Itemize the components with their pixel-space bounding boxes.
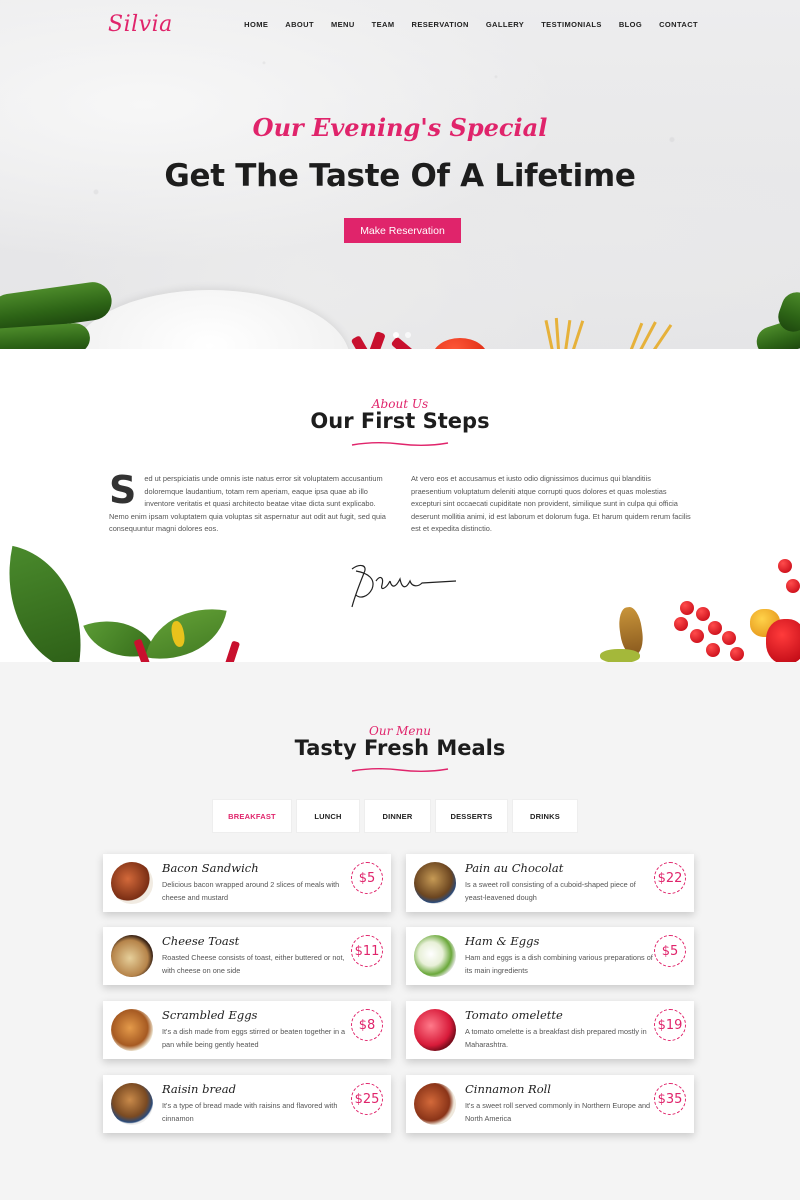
cherry-tomato [708,621,722,635]
tab-lunch[interactable]: LUNCH [296,799,360,833]
nav-item-blog[interactable]: BLOG [619,20,642,29]
cherry-tomato [696,607,710,621]
price-badge: $35 [654,1083,686,1115]
raisin-bread-image [111,1083,153,1125]
squiggle-divider [351,768,449,772]
price-badge: $25 [351,1083,383,1115]
nav-item-home[interactable]: HOME [244,20,268,29]
menu-section: Our Menu Tasty Fresh Meals BREAKFAST LUN… [0,662,800,1200]
menu-title: Tasty Fresh Meals [294,736,506,760]
bacon-sandwich-image [111,862,153,904]
menu-item-description: A tomato omelette is a breakfast dish pr… [465,1027,647,1049]
price-badge: $5 [654,935,686,967]
menu-item-description: Roasted Cheese consists of toast, either… [162,953,345,975]
nav-item-testimonials[interactable]: TESTIMONIALS [541,20,602,29]
about-title: Our First Steps [310,409,490,433]
cherry-tomato [722,631,736,645]
menu-item-name: Cheese Toast [162,934,240,948]
cherry-tomato [706,643,720,657]
nav-item-reservation[interactable]: RESERVATION [412,20,469,29]
menu-item-description: Ham and eggs is a dish combining various… [465,953,653,975]
menu-item-name: Pain au Chocolat [465,861,564,875]
chili-decoration [223,640,241,662]
price-badge: $8 [351,1009,383,1041]
menu-item-description: It's a dish made from eggs stirred or be… [162,1027,346,1049]
make-reservation-button[interactable]: Make Reservation [344,218,461,243]
menu-item-name: Scrambled Eggs [162,1008,258,1022]
cherry-tomato [730,647,744,661]
price-badge: $19 [654,1009,686,1041]
price-badge: $11 [351,935,383,967]
cherry-tomato [778,559,792,573]
ham-eggs-image [414,935,456,977]
tomato-omelette-image [414,1009,456,1051]
about-text-1: ed ut perspiciatis unde omnis iste natus… [109,474,386,533]
slider-dot[interactable] [393,332,399,338]
cherry-tomato [690,629,704,643]
signature [351,564,457,608]
menu-tabs: BREAKFAST LUNCH DINNER DESSERTS DRINKS [212,799,578,833]
about-text-column-2: At vero eos et accusamus et iusto odio d… [411,474,691,533]
red-pepper-decoration [766,619,800,662]
nav-item-contact[interactable]: CONTACT [659,20,698,29]
dropcap: S [109,468,137,512]
nav-item-team[interactable]: TEAM [372,20,395,29]
site-logo[interactable]: Silvia [108,12,173,37]
nav-item-about[interactable]: ABOUT [285,20,314,29]
menu-item-description: Delicious bacon wrapped around 2 slices … [162,880,340,902]
scrambled-eggs-image [111,1009,153,1051]
menu-item-name: Cinnamon Roll [465,1082,551,1096]
cinnamon-roll-image [414,1083,456,1125]
about-section: About Us Our First Steps Sed ut perspici… [0,349,800,662]
price-badge: $5 [351,862,383,894]
menu-item-card[interactable]: Ham & Eggs Ham and eggs is a dish combin… [406,927,694,985]
menu-item-card[interactable]: Cheese Toast Roasted Cheese consists of … [103,927,391,985]
menu-item-card[interactable]: Tomato omelette A tomato omelette is a b… [406,1001,694,1059]
pain-au-chocolat-image [414,862,456,904]
leaf-decoration [145,598,227,662]
tab-breakfast[interactable]: BREAKFAST [212,799,292,833]
menu-item-card[interactable]: Bacon Sandwich Delicious bacon wrapped a… [103,854,391,912]
tab-drinks[interactable]: DRINKS [512,799,578,833]
hero-section: Silvia HOME ABOUT MENU TEAM RESERVATION … [0,0,800,349]
menu-item-card[interactable]: Pain au Chocolat Is a sweet roll consist… [406,854,694,912]
menu-item-name: Tomato omelette [465,1008,563,1022]
menu-item-name: Raisin bread [162,1082,236,1096]
cherry-tomato [786,579,800,593]
cheese-toast-image [111,935,153,977]
nav-item-menu[interactable]: MENU [331,20,355,29]
slider-dots [393,332,411,338]
main-nav: HOME ABOUT MENU TEAM RESERVATION GALLERY… [227,20,698,29]
menu-item-name: Ham & Eggs [465,934,540,948]
cherry-tomato [680,601,694,615]
squiggle-divider [351,442,449,446]
menu-item-card[interactable]: Scrambled Eggs It's a dish made from egg… [103,1001,391,1059]
leaf-decoration [0,545,101,662]
menu-item-card[interactable]: Cinnamon Roll It's a sweet roll served c… [406,1075,694,1133]
menu-item-card[interactable]: Raisin bread It's a type of bread made w… [103,1075,391,1133]
menu-item-name: Bacon Sandwich [162,861,259,875]
vegetable-decoration [600,649,640,662]
price-badge: $22 [654,862,686,894]
menu-item-description: It's a type of bread made with raisins a… [162,1101,338,1123]
hero-subtitle: Our Evening's Special [252,113,548,142]
tab-dinner[interactable]: DINNER [364,799,431,833]
tab-desserts[interactable]: DESSERTS [435,799,508,833]
menu-item-description: Is a sweet roll consisting of a cuboid-s… [465,880,636,902]
cherry-tomato [674,617,688,631]
menu-item-description: It's a sweet roll served commonly in Nor… [465,1101,651,1123]
hero-title: Get The Taste Of A Lifetime [164,158,636,194]
slider-dot[interactable] [405,332,411,338]
about-text-column-1: Sed ut perspiciatis unde omnis iste natu… [109,468,391,536]
nav-item-gallery[interactable]: GALLERY [486,20,524,29]
